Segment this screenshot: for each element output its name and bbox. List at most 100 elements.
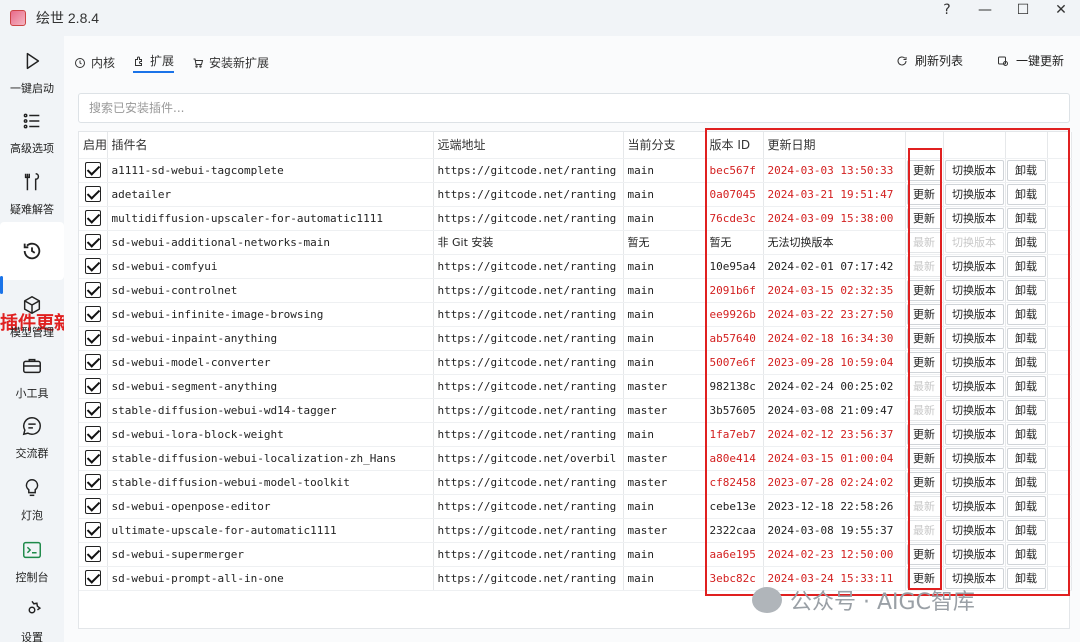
uninstall-button[interactable]: 卸载 (1006, 375, 1046, 397)
checkbox-icon[interactable] (84, 474, 101, 490)
uninstall-button[interactable]: 卸载 (1006, 567, 1046, 589)
update-button[interactable]: 更新 (906, 327, 942, 349)
enable-checkbox[interactable] (79, 422, 108, 447)
checkbox-icon[interactable] (84, 306, 101, 322)
sidebar-item-advanced[interactable]: 高级选项 (0, 110, 64, 168)
enable-checkbox[interactable] (79, 158, 108, 183)
maximize-icon[interactable]: ☐ (1004, 0, 1042, 22)
enable-checkbox[interactable] (79, 518, 108, 543)
enable-checkbox[interactable] (79, 350, 108, 375)
checkbox-icon[interactable] (84, 210, 101, 226)
switch-version-button[interactable]: 切换版本 (944, 375, 1004, 397)
uninstall-button[interactable]: 卸载 (1006, 303, 1046, 325)
uninstall-button[interactable]: 卸载 (1006, 495, 1046, 517)
update-button[interactable]: 更新 (906, 423, 942, 445)
enable-checkbox[interactable] (79, 278, 108, 303)
sidebar-item-community[interactable]: 交流群 (0, 415, 64, 473)
uninstall-button[interactable]: 卸载 (1006, 279, 1046, 301)
enable-checkbox[interactable] (79, 182, 108, 207)
sidebar-item-console[interactable]: 控制台 (0, 539, 64, 597)
enable-checkbox[interactable] (79, 470, 108, 495)
enable-checkbox[interactable] (79, 398, 108, 423)
update-button[interactable]: 更新 (906, 471, 942, 493)
sidebar-item-models[interactable]: 模型管理 (0, 294, 64, 352)
checkbox-icon[interactable] (84, 450, 101, 466)
update-all-button[interactable]: 一键更新 (997, 52, 1064, 69)
switch-version-button[interactable]: 切换版本 (944, 183, 1004, 205)
checkbox-icon[interactable] (84, 258, 101, 274)
checkbox-icon[interactable] (84, 426, 101, 442)
uninstall-button[interactable]: 卸载 (1006, 351, 1046, 373)
enable-checkbox[interactable] (79, 206, 108, 231)
checkbox-icon[interactable] (84, 186, 101, 202)
uninstall-button[interactable]: 卸载 (1006, 519, 1046, 541)
checkbox-icon[interactable] (84, 402, 101, 418)
update-button[interactable]: 更新 (906, 183, 942, 205)
switch-version-button[interactable]: 切换版本 (944, 519, 1004, 541)
checkbox-icon[interactable] (84, 498, 101, 514)
checkbox-icon[interactable] (84, 354, 101, 370)
switch-version-button[interactable]: 切换版本 (944, 543, 1004, 565)
enable-checkbox[interactable] (79, 542, 108, 567)
checkbox-icon[interactable] (84, 282, 101, 298)
checkbox-icon[interactable] (84, 378, 101, 394)
uninstall-button[interactable]: 卸载 (1006, 183, 1046, 205)
update-button[interactable]: 更新 (906, 159, 942, 181)
uninstall-button[interactable]: 卸载 (1006, 543, 1046, 565)
sidebar-item-tools[interactable]: 小工具 (0, 355, 64, 413)
uninstall-button[interactable]: 卸载 (1006, 159, 1046, 181)
switch-version-button[interactable]: 切换版本 (944, 327, 1004, 349)
checkbox-icon[interactable] (84, 234, 101, 250)
tab-install-extension[interactable]: 安装新扩展 (192, 52, 269, 73)
enable-checkbox[interactable] (79, 230, 108, 255)
switch-version-button[interactable]: 切换版本 (944, 159, 1004, 181)
close-icon[interactable]: ✕ (1042, 0, 1080, 22)
checkbox-icon[interactable] (84, 162, 101, 178)
sidebar-item-launch[interactable]: 一键启动 (0, 50, 64, 108)
enable-checkbox[interactable] (79, 254, 108, 279)
tab-core[interactable]: 内核 (74, 52, 115, 73)
switch-version-button[interactable]: 切换版本 (944, 207, 1004, 229)
switch-version-button[interactable]: 切换版本 (944, 471, 1004, 493)
switch-version-button[interactable]: 切换版本 (944, 447, 1004, 469)
uninstall-button[interactable]: 卸载 (1006, 471, 1046, 493)
switch-version-button[interactable]: 切换版本 (944, 399, 1004, 421)
update-button[interactable]: 更新 (906, 279, 942, 301)
update-button[interactable]: 更新 (906, 207, 942, 229)
search-input[interactable]: 搜索已安装插件... (78, 93, 1070, 123)
help-icon[interactable]: ? (928, 0, 966, 22)
update-button[interactable]: 更新 (906, 351, 942, 373)
enable-checkbox[interactable] (79, 302, 108, 327)
sidebar-item-settings[interactable]: 设置 (0, 599, 64, 642)
update-button[interactable]: 更新 (906, 447, 942, 469)
checkbox-icon[interactable] (84, 546, 101, 562)
update-button[interactable]: 更新 (906, 543, 942, 565)
uninstall-button[interactable]: 卸载 (1006, 447, 1046, 469)
update-button[interactable]: 更新 (906, 303, 942, 325)
uninstall-button[interactable]: 卸载 (1006, 255, 1046, 277)
checkbox-icon[interactable] (84, 570, 101, 586)
uninstall-button[interactable]: 卸载 (1006, 207, 1046, 229)
enable-checkbox[interactable] (79, 374, 108, 399)
enable-checkbox[interactable] (79, 566, 108, 591)
switch-version-button[interactable]: 切换版本 (944, 423, 1004, 445)
switch-version-button[interactable]: 切换版本 (944, 303, 1004, 325)
sidebar-item-bulb[interactable]: 灯泡 (0, 477, 64, 535)
checkbox-icon[interactable] (84, 522, 101, 538)
enable-checkbox[interactable] (79, 494, 108, 519)
switch-version-button[interactable]: 切换版本 (944, 279, 1004, 301)
sidebar-item-troubleshoot[interactable]: 疑难解答 (0, 171, 64, 229)
minimize-icon[interactable]: — (966, 0, 1004, 22)
switch-version-button[interactable]: 切换版本 (944, 351, 1004, 373)
refresh-list-button[interactable]: 刷新列表 (896, 52, 963, 69)
checkbox-icon[interactable] (84, 330, 101, 346)
uninstall-button[interactable]: 卸载 (1006, 327, 1046, 349)
uninstall-button[interactable]: 卸载 (1006, 399, 1046, 421)
uninstall-button[interactable]: 卸载 (1006, 231, 1046, 253)
tab-extensions[interactable]: 扩展 (133, 52, 175, 73)
sidebar-item-extensions[interactable] (0, 222, 64, 280)
switch-version-button[interactable]: 切换版本 (944, 495, 1004, 517)
enable-checkbox[interactable] (79, 446, 108, 471)
enable-checkbox[interactable] (79, 326, 108, 351)
uninstall-button[interactable]: 卸载 (1006, 423, 1046, 445)
